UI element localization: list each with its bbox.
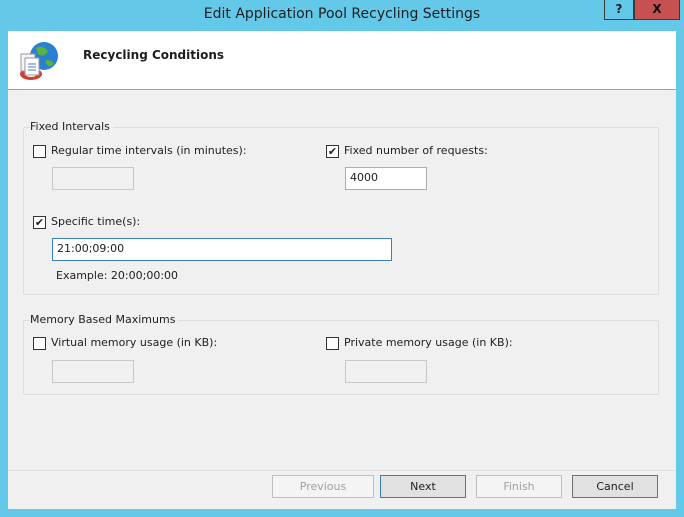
fixed-intervals-legend: Fixed Intervals (30, 120, 113, 133)
footer-divider (8, 470, 676, 471)
specific-times-input[interactable]: 21:00;09:00 (52, 238, 392, 261)
close-button[interactable]: X (634, 0, 680, 20)
fixed-requests-input[interactable]: 4000 (345, 167, 427, 190)
fixed-requests-checkbox[interactable]: ✔ (326, 145, 339, 158)
regular-time-checkbox[interactable] (33, 145, 46, 158)
private-memory-checkbox[interactable] (326, 337, 339, 350)
fixed-requests-label: Fixed number of requests: (344, 144, 488, 157)
app-pool-recycle-icon (18, 40, 62, 82)
memory-group (23, 320, 659, 395)
finish-button[interactable]: Finish (476, 475, 562, 498)
private-memory-label: Private memory usage (in KB): (344, 336, 513, 349)
memory-legend: Memory Based Maximums (30, 313, 179, 326)
specific-times-label: Specific time(s): (51, 215, 141, 228)
specific-times-checkbox[interactable]: ✔ (33, 216, 46, 229)
window-title: Edit Application Pool Recycling Settings (203, 6, 481, 22)
regular-time-label: Regular time intervals (in minutes): (51, 144, 247, 157)
next-button[interactable]: Next (380, 475, 466, 498)
regular-time-input[interactable] (52, 167, 134, 190)
private-memory-input[interactable] (345, 360, 427, 383)
virtual-memory-input[interactable] (52, 360, 134, 383)
previous-button[interactable]: Previous (272, 475, 374, 498)
help-button[interactable]: ? (604, 0, 634, 20)
cancel-button[interactable]: Cancel (572, 475, 658, 498)
virtual-memory-checkbox[interactable] (33, 337, 46, 350)
page-title: Recycling Conditions (83, 48, 225, 62)
virtual-memory-label: Virtual memory usage (in KB): (51, 336, 218, 349)
specific-times-example: Example: 20:00;00:00 (56, 269, 179, 282)
